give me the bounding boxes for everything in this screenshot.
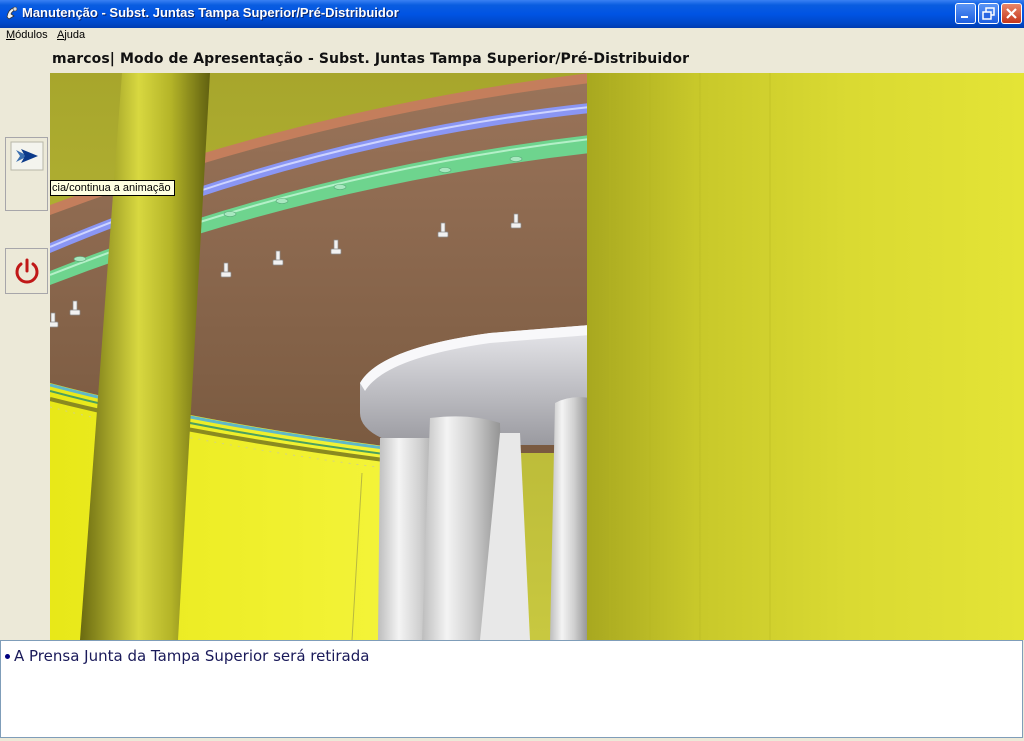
- info-text: A Prensa Junta da Tampa Superior será re…: [14, 647, 370, 665]
- scene-header: marcos| Modo de Apresentação - Subst. Ju…: [50, 45, 1024, 73]
- restore-button[interactable]: [978, 3, 999, 24]
- menu-ajuda[interactable]: Ajuda: [57, 29, 85, 41]
- info-line: A Prensa Junta da Tampa Superior será re…: [5, 647, 369, 665]
- app-icon: [6, 6, 18, 20]
- left-toolbar: [0, 45, 51, 640]
- play-button-frame: [5, 137, 48, 211]
- play-button[interactable]: [6, 138, 47, 174]
- minimize-icon: [961, 16, 968, 18]
- power-icon: [15, 258, 38, 284]
- close-button[interactable]: [1001, 3, 1022, 24]
- window-title: Manutenção - Subst. Juntas Tampa Superio…: [22, 5, 399, 20]
- menu-bar: Módulos Ajuda: [0, 28, 1024, 45]
- minimize-button[interactable]: [955, 3, 976, 24]
- 3d-scene-render: [50, 73, 1024, 640]
- info-text-area[interactable]: A Prensa Junta da Tampa Superior será re…: [0, 640, 1023, 738]
- bullet-icon: [5, 654, 10, 659]
- menu-modulos[interactable]: Módulos: [6, 29, 48, 41]
- power-button[interactable]: [6, 249, 47, 293]
- play-tooltip: cia/continua a animação: [50, 180, 175, 196]
- play-arrow-icon: [10, 141, 43, 171]
- exit-button-frame: [5, 248, 48, 294]
- restore-icon: [982, 7, 995, 20]
- menu-modulos-accel: M: [6, 29, 16, 41]
- menu-modulos-rest: ódulos: [15, 29, 48, 41]
- menu-ajuda-rest: juda: [64, 29, 86, 41]
- scene-title: marcos| Modo de Apresentação - Subst. Ju…: [52, 51, 690, 67]
- close-icon: [1006, 8, 1017, 19]
- 3d-viewport[interactable]: [50, 73, 1024, 640]
- title-bar[interactable]: Manutenção - Subst. Juntas Tampa Superio…: [0, 0, 1024, 28]
